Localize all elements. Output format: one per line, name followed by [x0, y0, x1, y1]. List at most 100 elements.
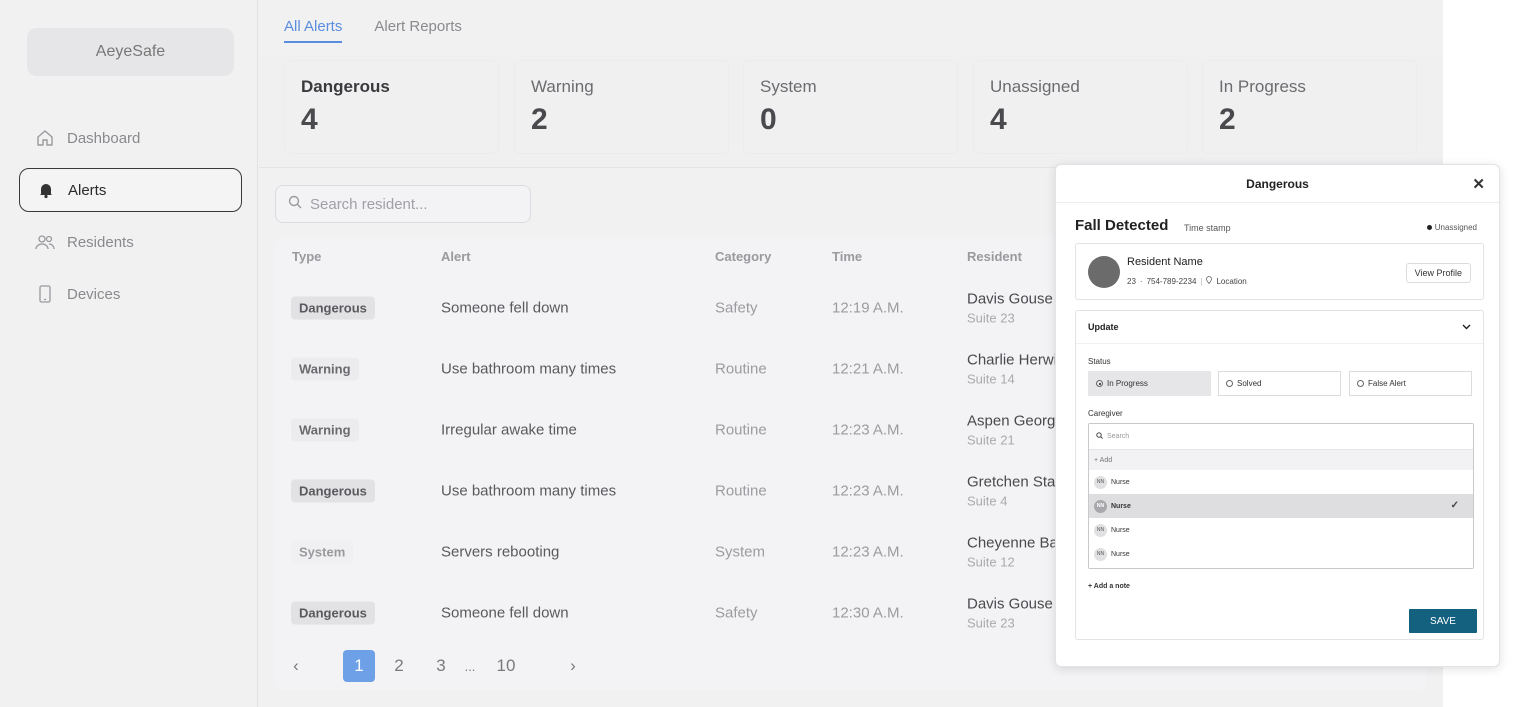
- stat-label: In Progress: [1219, 77, 1306, 96]
- bell-icon: [36, 180, 56, 200]
- timestamp-text: Time stamp: [1184, 223, 1231, 233]
- time-text: 12:23 A.M.: [832, 482, 904, 499]
- resident-age: 23: [1127, 276, 1136, 286]
- tab-bar: All Alerts Alert Reports: [284, 18, 462, 43]
- status-dot-icon: [1426, 225, 1432, 230]
- stat-card-warning[interactable]: Warning 2: [514, 60, 729, 154]
- tab-all-alerts[interactable]: All Alerts: [284, 18, 343, 43]
- alert-detail-modal: Dangerous ✕ Fall Detected Time stamp Una…: [1055, 164, 1500, 667]
- caregiver-name: Nurse: [1111, 502, 1131, 510]
- stat-value: 0: [760, 103, 777, 136]
- phone-icon: ·: [1139, 276, 1143, 286]
- caregiver-name: Nurse: [1111, 550, 1130, 558]
- resident-cell: Aspen George Suite 21: [967, 412, 1064, 447]
- alert-text: Someone fell down: [441, 299, 569, 316]
- stat-value: 4: [301, 103, 318, 136]
- column-header-time[interactable]: Time: [832, 249, 862, 264]
- page-button[interactable]: 10: [490, 650, 522, 682]
- column-header-category[interactable]: Category: [715, 249, 771, 264]
- update-section: Update Status In Progress Solved False A…: [1075, 310, 1484, 640]
- sidebar-item-dashboard[interactable]: Dashboard: [19, 116, 242, 160]
- resident-cell: Davis Gouse Suite 23: [967, 595, 1053, 630]
- status-option-solved[interactable]: Solved: [1218, 371, 1341, 396]
- page-ellipsis: ...: [464, 658, 476, 674]
- status-option-in-progress[interactable]: In Progress: [1088, 371, 1211, 396]
- caregiver-option[interactable]: NN Nurse ✓: [1089, 494, 1473, 518]
- alert-text: Use bathroom many times: [441, 360, 617, 377]
- resident-suite: Suite 23: [967, 615, 1015, 630]
- view-profile-button[interactable]: View Profile: [1405, 263, 1471, 283]
- next-page-button[interactable]: ›: [557, 650, 589, 682]
- avatar: NN: [1094, 547, 1107, 561]
- search-input[interactable]: Search resident...: [275, 185, 531, 223]
- sidebar-item-alerts[interactable]: Alerts: [19, 168, 242, 212]
- category-text: System: [715, 543, 766, 560]
- stat-label: System: [760, 77, 817, 96]
- sidebar-item-devices[interactable]: Devices: [19, 272, 242, 316]
- resident-cell: Charlie Herwi Suite 14: [967, 351, 1057, 386]
- resident-name: Cheyenne Ba: [967, 534, 1058, 551]
- resident-details: 23 · 754-789-2234 | Location: [1127, 276, 1247, 286]
- resident-suite: Suite 14: [967, 371, 1015, 386]
- category-text: Routine: [715, 360, 767, 377]
- resident-phone: 754-789-2234: [1146, 276, 1197, 286]
- column-header-alert[interactable]: Alert: [441, 249, 471, 264]
- caregiver-search-input[interactable]: Search: [1089, 424, 1473, 450]
- stat-card-unassigned[interactable]: Unassigned 4: [973, 60, 1188, 154]
- prev-page-button[interactable]: ‹: [280, 650, 312, 682]
- column-header-type[interactable]: Type: [292, 249, 321, 264]
- location-icon: [1206, 276, 1213, 286]
- type-badge: Warning: [291, 418, 359, 441]
- status-option-label: False Alert: [1368, 379, 1406, 388]
- page-button[interactable]: 2: [383, 650, 415, 682]
- status-option-false-alert[interactable]: False Alert: [1349, 371, 1472, 396]
- radio-icon: [1357, 380, 1364, 387]
- stat-label: Warning: [531, 77, 594, 96]
- category-text: Safety: [715, 604, 758, 621]
- alert-text: Someone fell down: [441, 604, 569, 621]
- resident-cell: Gretchen Star Suite 4: [967, 473, 1060, 508]
- page-button[interactable]: 3: [425, 650, 457, 682]
- caregiver-option[interactable]: NN Nurse: [1089, 518, 1473, 542]
- type-badge: Dangerous: [291, 601, 375, 624]
- stat-value: 4: [990, 103, 1007, 136]
- resident-name: Charlie Herwi: [967, 351, 1058, 368]
- alert-text: Use bathroom many times: [441, 482, 617, 499]
- resident-name: Resident Name: [1127, 256, 1203, 268]
- sidebar-item-label: Devices: [67, 285, 121, 303]
- stat-label: Unassigned: [990, 77, 1080, 96]
- type-badge: Warning: [291, 357, 359, 380]
- page-button[interactable]: 1: [343, 650, 375, 682]
- add-caregiver-button[interactable]: + Add: [1089, 450, 1473, 470]
- stat-card-in-progress[interactable]: In Progress 2: [1202, 60, 1417, 154]
- category-text: Routine: [715, 482, 767, 499]
- resident-cell: Davis Gouse Suite 23: [967, 290, 1053, 325]
- stat-card-dangerous[interactable]: Dangerous 4: [284, 60, 499, 154]
- chevron-down-icon: [1462, 322, 1471, 332]
- sidebar-item-residents[interactable]: Residents: [19, 220, 242, 264]
- update-header[interactable]: Update: [1076, 311, 1483, 344]
- checkmark-icon: ✓: [1450, 500, 1459, 511]
- stat-value: 2: [531, 103, 548, 136]
- stats-row: Dangerous 4 Warning 2 System 0 Unassigne…: [259, 56, 1443, 168]
- stat-card-system[interactable]: System 0: [743, 60, 958, 154]
- avatar: NN: [1094, 523, 1107, 537]
- caregiver-label: Caregiver: [1088, 409, 1123, 418]
- save-button[interactable]: SAVE: [1409, 609, 1477, 633]
- caregiver-option[interactable]: NN Nurse: [1089, 470, 1473, 494]
- column-header-resident[interactable]: Resident: [967, 249, 1022, 264]
- resident-name: Gretchen Star: [967, 473, 1061, 490]
- caregiver-option[interactable]: NN Nurse: [1089, 542, 1473, 566]
- category-text: Routine: [715, 421, 767, 438]
- time-text: 12:30 A.M.: [832, 604, 904, 621]
- avatar: [1088, 256, 1120, 288]
- resident-suite: Suite 21: [967, 432, 1015, 447]
- radio-icon: [1096, 380, 1103, 387]
- close-icon[interactable]: ✕: [1472, 175, 1485, 193]
- caregiver-name: Nurse: [1111, 526, 1130, 534]
- add-note-button[interactable]: + Add a note: [1088, 583, 1130, 590]
- tab-alert-reports[interactable]: Alert Reports: [374, 18, 462, 43]
- avatar: NN: [1094, 499, 1107, 513]
- time-text: 12:19 A.M.: [832, 299, 904, 316]
- status-option-label: Solved: [1237, 379, 1262, 388]
